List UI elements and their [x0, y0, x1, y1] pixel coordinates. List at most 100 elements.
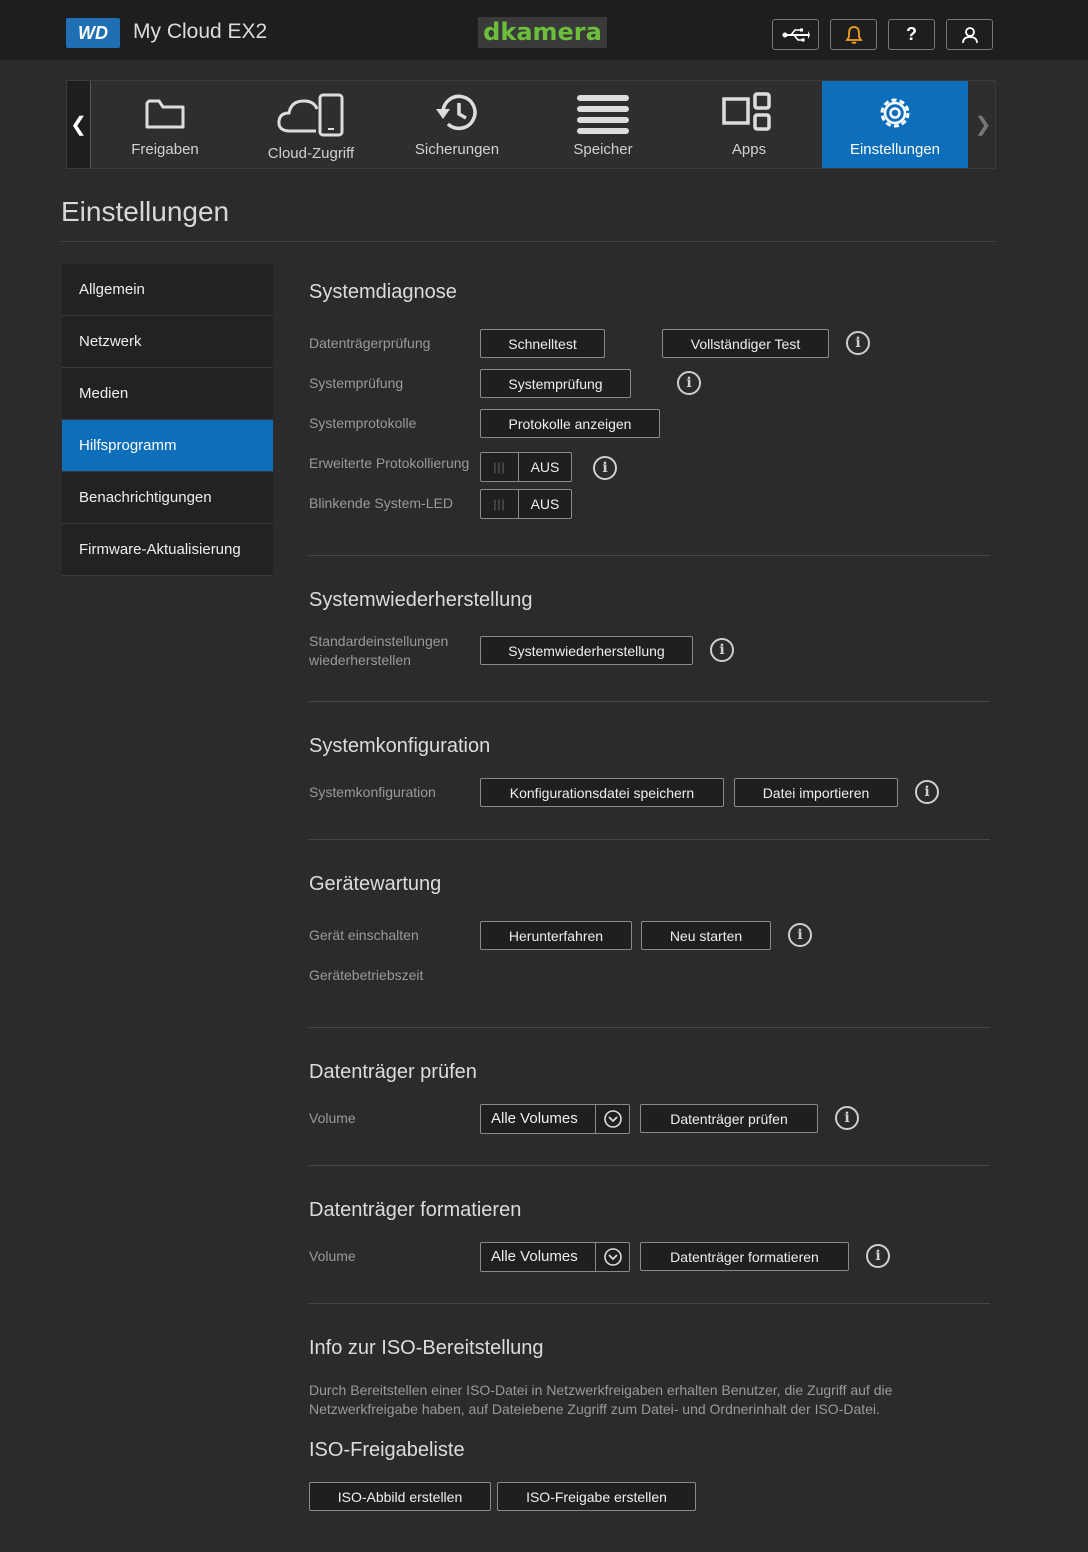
- brand-logo: dkamera: [478, 17, 607, 48]
- nav-label: Sicherungen: [414, 141, 500, 158]
- check-disk-button[interactable]: Datenträger prüfen: [640, 1104, 818, 1133]
- format-volume-select[interactable]: Alle Volumes: [480, 1242, 630, 1272]
- nav-item-einstellungen[interactable]: Einstellungen: [822, 81, 968, 168]
- usb-button[interactable]: [772, 19, 819, 50]
- sidebar-item-allgemein[interactable]: Allgemein: [62, 264, 273, 316]
- system-restore-button[interactable]: Systemwiederherstellung: [480, 636, 693, 665]
- top-bar: WD My Cloud EX2 dkamera ?: [0, 0, 1088, 60]
- format-disk-button[interactable]: Datenträger formatieren: [640, 1242, 849, 1271]
- toggle-handle: |||: [481, 453, 519, 481]
- sidebar-item-hilfsprogramm[interactable]: Hilfsprogramm: [62, 420, 273, 472]
- section-title-systemkonfiguration: Systemkonfiguration: [309, 735, 491, 757]
- nav-label: Apps: [731, 141, 767, 158]
- info-icon[interactable]: i: [593, 456, 617, 480]
- folder-icon: [145, 99, 185, 129]
- info-icon[interactable]: i: [866, 1244, 890, 1268]
- section-title-iso-info: Info zur ISO-Bereitstellung: [309, 1337, 544, 1359]
- label-config: Systemkonfiguration: [309, 784, 436, 800]
- nav-item-speicher[interactable]: Speicher: [530, 81, 676, 168]
- gear-icon: [880, 98, 910, 128]
- label-led: Blinkende System-LED: [309, 495, 453, 511]
- user-icon: [961, 26, 978, 43]
- apps-icon: [722, 92, 771, 131]
- toggle-state: AUS: [530, 459, 560, 475]
- create-iso-share-button[interactable]: ISO-Freigabe erstellen: [497, 1482, 696, 1511]
- save-config-button[interactable]: Konfigurationsdatei speichern: [480, 778, 724, 807]
- create-iso-image-button[interactable]: ISO-Abbild erstellen: [309, 1482, 491, 1511]
- label-volume: Volume: [309, 1110, 356, 1126]
- user-button[interactable]: [946, 19, 993, 50]
- info-icon[interactable]: i: [915, 780, 939, 804]
- section-title-geraetewartung: Gerätewartung: [309, 873, 442, 895]
- full-test-button[interactable]: Vollständiger Test: [662, 329, 829, 358]
- section-title-datentraeger-pruefen: Datenträger prüfen: [309, 1061, 477, 1083]
- iso-description: Durch Bereitstellen einer ISO-Datei in N…: [309, 1382, 893, 1417]
- shutdown-button[interactable]: Herunterfahren: [480, 921, 632, 950]
- nav-item-apps[interactable]: Apps: [676, 81, 822, 168]
- nav-label: Cloud-Zugriff: [267, 145, 355, 162]
- label-power: Gerät einschalten: [309, 927, 419, 943]
- chevron-left-icon: ❮: [70, 114, 87, 136]
- settings-sidebar: Allgemein Netzwerk Medien Hilfsprogramm …: [62, 264, 273, 576]
- storage-icon: [577, 95, 629, 134]
- divider: [309, 1303, 990, 1304]
- bell-icon: [844, 25, 863, 44]
- system-check-button[interactable]: Systemprüfung: [480, 369, 631, 398]
- help-button[interactable]: ?: [888, 19, 935, 50]
- divider: [309, 555, 990, 556]
- nav-prev-button[interactable]: ❮: [67, 81, 91, 168]
- label-disk-check: Datenträgerprüfung: [309, 335, 431, 351]
- sidebar-item-netzwerk[interactable]: Netzwerk: [62, 316, 273, 368]
- nav-label: Einstellungen: [849, 141, 941, 158]
- nav-label: Freigaben: [131, 141, 199, 158]
- nav-item-sicherungen[interactable]: Sicherungen: [384, 81, 530, 168]
- nav-item-freigaben[interactable]: Freigaben: [92, 81, 238, 168]
- info-icon[interactable]: i: [835, 1106, 859, 1130]
- import-file-button[interactable]: Datei importieren: [734, 778, 898, 807]
- label-system-check: Systemprüfung: [309, 375, 404, 391]
- divider: [309, 1027, 990, 1028]
- volume-select[interactable]: Alle Volumes: [480, 1104, 630, 1134]
- divider: [309, 1165, 990, 1166]
- chevron-down-icon: [595, 1243, 629, 1271]
- divider: [309, 839, 990, 840]
- sidebar-item-firmware[interactable]: Firmware-Aktualisierung: [62, 524, 273, 576]
- toggle-handle: |||: [481, 490, 519, 518]
- question-icon: ?: [906, 24, 917, 44]
- main-nav: ❮ Freigaben Cloud-Zugriff Sicherungen Sp…: [66, 80, 996, 169]
- label-restore-line1: Standardeinstellungen: [309, 633, 449, 649]
- label-restore-line2: wiederherstellen: [309, 652, 411, 668]
- restart-button[interactable]: Neu starten: [641, 921, 771, 950]
- label-uptime: Gerätebetriebszeit: [309, 967, 424, 983]
- usb-icon: [782, 28, 810, 42]
- notifications-button[interactable]: [830, 19, 877, 50]
- divider: [309, 701, 990, 702]
- toggle-state: AUS: [530, 496, 560, 512]
- nav-item-cloud-zugriff[interactable]: Cloud-Zugriff: [238, 81, 384, 168]
- section-title-iso-list: ISO-Freigabeliste: [309, 1439, 465, 1461]
- select-value: Alle Volumes: [491, 1110, 578, 1127]
- history-icon: [436, 94, 477, 131]
- divider: [61, 241, 995, 242]
- cloud-device-icon: [277, 93, 344, 137]
- extended-logging-toggle[interactable]: ||| AUS: [480, 452, 572, 482]
- label-system-logs: Systemprotokolle: [309, 415, 417, 431]
- section-title-systemdiagnose: Systemdiagnose: [309, 281, 457, 303]
- section-title-systemwiederherstellung: Systemwiederherstellung: [309, 589, 533, 611]
- sidebar-item-medien[interactable]: Medien: [62, 368, 273, 420]
- section-title-datentraeger-formatieren: Datenträger formatieren: [309, 1199, 522, 1221]
- label-volume: Volume: [309, 1248, 356, 1264]
- info-icon[interactable]: i: [846, 331, 870, 355]
- nav-next-button[interactable]: ❯: [971, 81, 995, 168]
- chevron-down-icon: [595, 1105, 629, 1133]
- info-icon[interactable]: i: [788, 923, 812, 947]
- info-icon[interactable]: i: [677, 371, 701, 395]
- info-icon[interactable]: i: [710, 638, 734, 662]
- wd-logo: WD: [66, 18, 120, 48]
- chevron-right-icon: ❯: [974, 114, 992, 136]
- led-toggle[interactable]: ||| AUS: [480, 489, 572, 519]
- sidebar-item-benachrichtigungen[interactable]: Benachrichtigungen: [62, 472, 273, 524]
- quick-test-button[interactable]: Schnelltest: [480, 329, 605, 358]
- show-logs-button[interactable]: Protokolle anzeigen: [480, 409, 660, 438]
- label-extended-logging: Erweiterte Protokollierung: [309, 455, 470, 471]
